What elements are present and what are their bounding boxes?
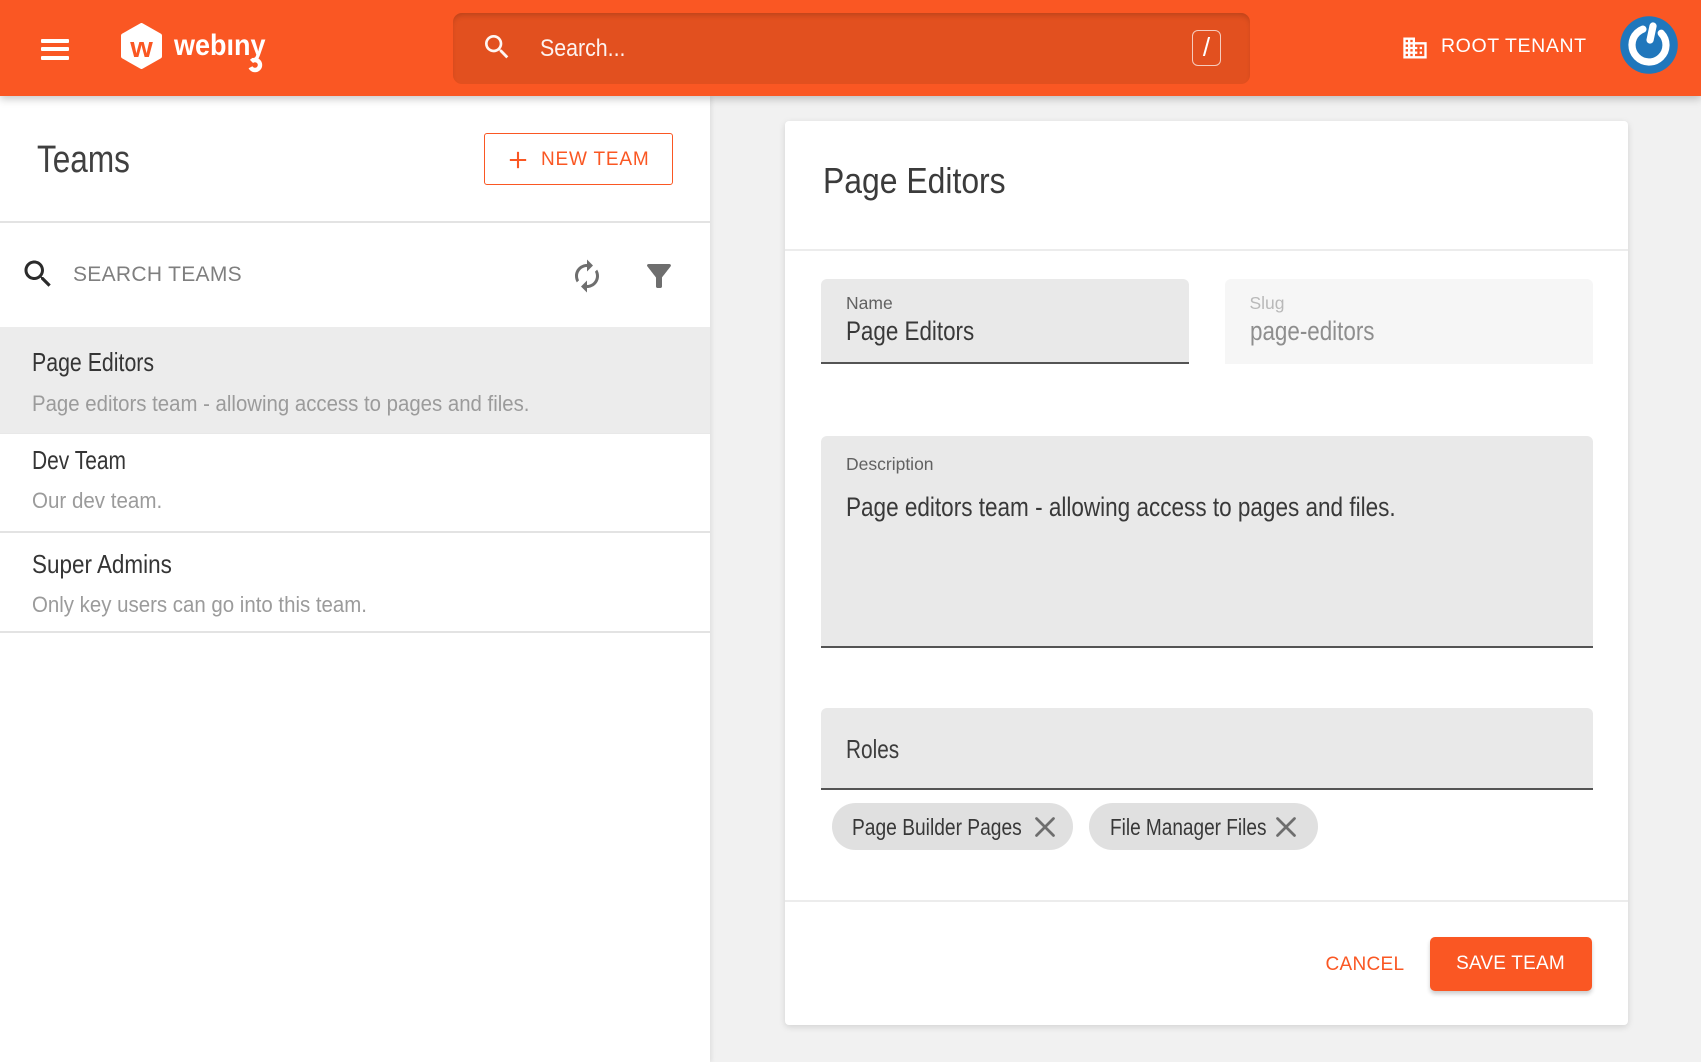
svg-text:w: w bbox=[129, 32, 153, 64]
